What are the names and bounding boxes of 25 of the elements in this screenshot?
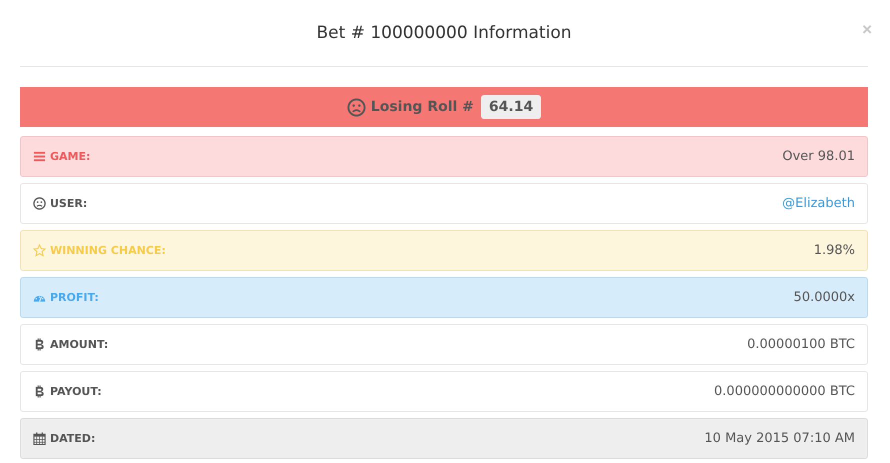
row-label: AMOUNT:: [50, 338, 108, 351]
row-value: Over 98.01: [782, 149, 855, 164]
user-link[interactable]: @Elizabeth: [782, 196, 855, 211]
result-label: Losing Roll #: [370, 99, 474, 115]
close-button[interactable]: ×: [862, 20, 872, 40]
menu-icon: [33, 150, 46, 163]
row-label: PROFIT:: [50, 291, 99, 304]
roll-value: 64.14: [480, 95, 542, 119]
bitcoin-icon: [33, 385, 46, 398]
modal-title: Bet # 100000000 Information: [316, 23, 572, 43]
frown-icon: [33, 197, 46, 210]
bitcoin-icon: [33, 338, 46, 351]
row-label: PAYOUT:: [50, 385, 102, 398]
row-label: GAME:: [50, 150, 90, 163]
row-value: 0.000000000000 BTC: [714, 384, 855, 399]
calendar-icon: [33, 432, 46, 445]
row-value: 1.98%: [814, 243, 855, 258]
star-icon: [33, 244, 46, 257]
frown-icon: [346, 98, 366, 116]
row-label: DATED:: [50, 432, 96, 445]
row-value: 10 May 2015 07:10 AM: [704, 431, 855, 446]
row-label: WINNING CHANCE:: [50, 244, 166, 257]
row-value: 0.00000100 BTC: [747, 337, 855, 352]
row-value: 50.0000x: [794, 290, 855, 305]
row-label: USER:: [50, 197, 88, 210]
